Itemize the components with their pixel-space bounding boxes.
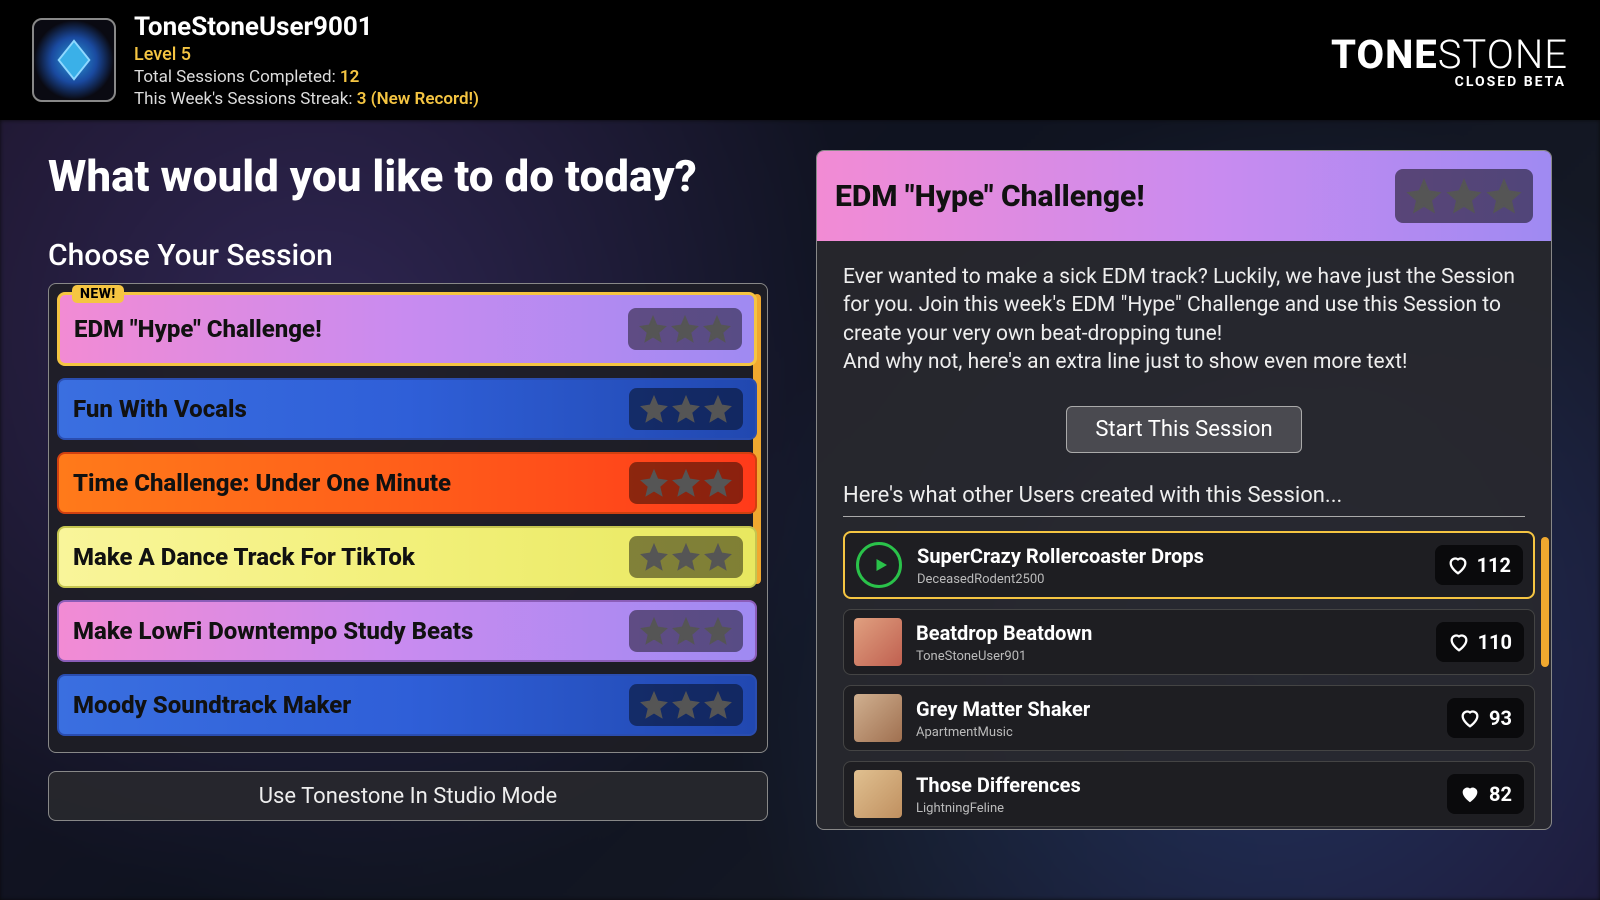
session-rating (628, 308, 742, 350)
session-title: Fun With Vocals (73, 395, 629, 423)
track-avatar (854, 770, 902, 818)
track-info: Grey Matter Shaker ApartmentMusic (916, 697, 1447, 740)
track-avatar (854, 694, 902, 742)
like-button[interactable]: 93 (1447, 698, 1524, 738)
star-icon (671, 394, 701, 424)
other-creations-label: Here's what other Users created with thi… (817, 483, 1551, 516)
track-author: LightningFeline (916, 801, 1447, 816)
play-button[interactable] (855, 541, 903, 589)
star-icon (703, 690, 733, 720)
divider (843, 516, 1525, 517)
session-title: EDM "Hype" Challenge! (74, 315, 628, 343)
challenge-description: Ever wanted to make a sick EDM track? Lu… (817, 241, 1551, 388)
star-icon (670, 314, 700, 344)
track-name: Beatdrop Beatdown (916, 621, 1436, 645)
like-count: 112 (1477, 553, 1511, 577)
challenge-rating (1395, 169, 1533, 223)
track-name: Those Differences (916, 773, 1447, 797)
heart-icon (1459, 707, 1481, 729)
diamond-icon (51, 37, 97, 83)
track-author: DeceasedRodent2500 (917, 572, 1435, 587)
star-icon (1445, 177, 1483, 215)
track-list: SuperCrazy Rollercoaster Drops DeceasedRo… (817, 531, 1551, 830)
user-avatar[interactable] (32, 18, 116, 102)
track-author: ApartmentMusic (916, 725, 1447, 740)
like-button[interactable]: 110 (1436, 622, 1524, 662)
track-row[interactable]: Those Differences LightningFeline 82 (843, 761, 1535, 827)
track-row[interactable]: SuperCrazy Rollercoaster Drops DeceasedRo… (843, 531, 1535, 599)
session-item[interactable]: Make A Dance Track For TikTok (57, 526, 757, 588)
track-scrollbar[interactable] (1541, 537, 1549, 667)
star-icon (639, 690, 669, 720)
session-item[interactable]: NEW!EDM "Hype" Challenge! (57, 292, 757, 366)
page-title: What would you like to do today? (48, 150, 768, 202)
like-count: 110 (1478, 630, 1512, 654)
session-item[interactable]: Fun With Vocals (57, 378, 757, 440)
new-badge: NEW! (72, 285, 124, 303)
star-icon (703, 616, 733, 646)
session-list: NEW!EDM "Hype" Challenge!Fun With Vocals… (48, 283, 768, 753)
like-button[interactable]: 82 (1447, 774, 1524, 814)
star-icon (671, 468, 701, 498)
challenge-header: EDM "Hype" Challenge! (817, 151, 1551, 241)
username: ToneStoneUser9001 (134, 12, 479, 42)
star-icon (703, 468, 733, 498)
studio-mode-button[interactable]: Use Tonestone In Studio Mode (48, 771, 768, 821)
star-icon (703, 542, 733, 572)
like-count: 82 (1489, 782, 1512, 806)
session-title: Make LowFi Downtempo Study Beats (73, 617, 629, 645)
session-detail-panel: EDM "Hype" Challenge! Ever wanted to mak… (816, 150, 1552, 830)
star-icon (639, 468, 669, 498)
track-row[interactable]: Grey Matter Shaker ApartmentMusic 93 (843, 685, 1535, 751)
star-icon (703, 394, 733, 424)
track-author: ToneStoneUser901 (916, 649, 1436, 664)
like-count: 93 (1489, 706, 1512, 730)
challenge-title: EDM "Hype" Challenge! (835, 179, 1395, 214)
track-info: Beatdrop Beatdown ToneStoneUser901 (916, 621, 1436, 664)
session-title: Make A Dance Track For TikTok (73, 543, 629, 571)
star-icon (1485, 177, 1523, 215)
session-rating (629, 610, 743, 652)
track-info: SuperCrazy Rollercoaster Drops DeceasedRo… (917, 544, 1435, 587)
session-rating (629, 536, 743, 578)
start-session-button[interactable]: Start This Session (1066, 406, 1301, 453)
star-icon (702, 314, 732, 344)
session-title: Moody Soundtrack Maker (73, 691, 629, 719)
streak: This Week's Sessions Streak: 3 (New Reco… (134, 89, 479, 109)
track-row[interactable]: Beatdrop Beatdown ToneStoneUser901 110 (843, 609, 1535, 675)
heart-icon (1448, 631, 1470, 653)
star-icon (639, 542, 669, 572)
total-sessions: Total Sessions Completed: 12 (134, 67, 479, 87)
session-item[interactable]: Moody Soundtrack Maker (57, 674, 757, 736)
session-item[interactable]: Time Challenge: Under One Minute (57, 452, 757, 514)
brand-logo: TONESTONE CLOSED BETA (1331, 31, 1568, 90)
session-rating (629, 684, 743, 726)
session-title: Time Challenge: Under One Minute (73, 469, 629, 497)
header-bar: ToneStoneUser9001 Level 5 Total Sessions… (0, 0, 1600, 120)
heart-icon (1459, 783, 1481, 805)
star-icon (639, 394, 669, 424)
star-icon (671, 616, 701, 646)
star-icon (671, 542, 701, 572)
track-name: Grey Matter Shaker (916, 697, 1447, 721)
play-icon (872, 556, 890, 574)
session-list-label: Choose Your Session (48, 238, 768, 273)
heart-icon (1447, 554, 1469, 576)
star-icon (638, 314, 668, 344)
session-rating (629, 388, 743, 430)
star-icon (671, 690, 701, 720)
track-avatar (854, 618, 902, 666)
user-info: ToneStoneUser9001 Level 5 Total Sessions… (134, 12, 479, 109)
session-item[interactable]: Make LowFi Downtempo Study Beats (57, 600, 757, 662)
like-button[interactable]: 112 (1435, 545, 1523, 585)
star-icon (1405, 177, 1443, 215)
session-rating (629, 462, 743, 504)
track-name: SuperCrazy Rollercoaster Drops (917, 544, 1435, 568)
star-icon (639, 616, 669, 646)
user-level: Level 5 (134, 44, 479, 65)
track-info: Those Differences LightningFeline (916, 773, 1447, 816)
